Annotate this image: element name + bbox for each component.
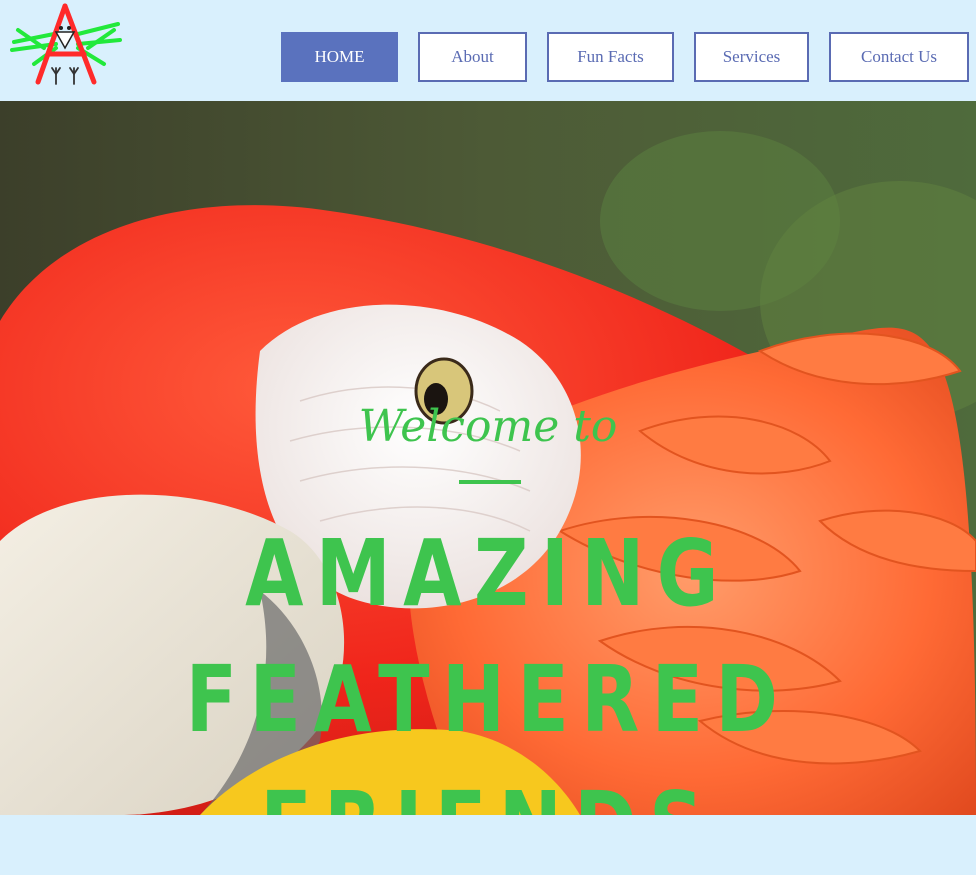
nav-fun-facts-button[interactable]: Fun Facts xyxy=(547,32,674,82)
nav-about-button[interactable]: About xyxy=(418,32,527,82)
welcome-text: Welcome to xyxy=(358,401,618,452)
title-divider xyxy=(459,480,521,484)
hero-banner: Welcome to AMAZING FEATHERED FRIENDS xyxy=(0,101,976,815)
main-nav: HOME About Fun Facts Services Contact Us xyxy=(0,32,976,82)
site-header: HOME About Fun Facts Services Contact Us xyxy=(0,0,976,101)
page-bottom-strip xyxy=(0,815,976,875)
hero-headline: AMAZING FEATHERED FRIENDS xyxy=(185,520,791,815)
nav-services-button[interactable]: Services xyxy=(694,32,809,82)
nav-contact-button[interactable]: Contact Us xyxy=(829,32,969,82)
nav-home-button[interactable]: HOME xyxy=(281,32,398,82)
